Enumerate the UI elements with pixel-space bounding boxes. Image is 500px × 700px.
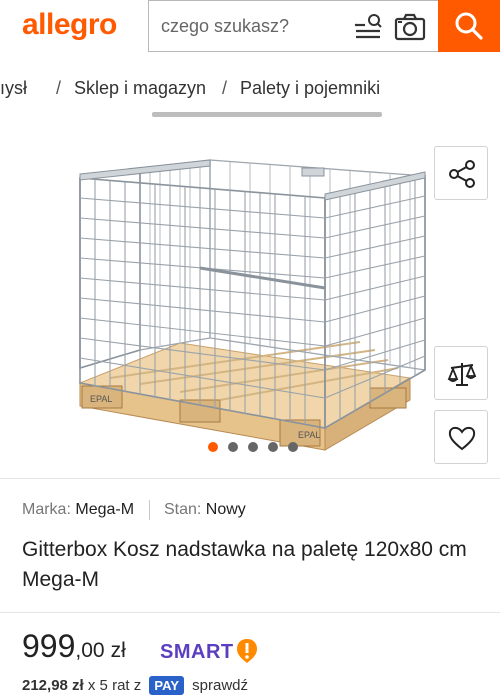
allegro-logo[interactable]: allegro bbox=[22, 8, 117, 42]
price-decimal: ,00 bbox=[75, 639, 105, 662]
price-integer: 999 bbox=[22, 628, 76, 664]
divider bbox=[0, 612, 500, 613]
breadcrumb-separator: / bbox=[222, 78, 228, 98]
divider bbox=[0, 478, 500, 479]
filter-icon[interactable] bbox=[354, 14, 382, 40]
allegro-pay-badge: PAY bbox=[149, 676, 184, 695]
svg-text:EPAL: EPAL bbox=[90, 394, 112, 404]
camera-icon[interactable] bbox=[394, 13, 426, 41]
brand-value[interactable]: Mega-M bbox=[75, 501, 134, 518]
product-title: Gitterbox Kosz nadstawka na paletę 120x8… bbox=[22, 538, 467, 591]
favorite-button[interactable] bbox=[434, 410, 488, 464]
pagination-dot[interactable] bbox=[288, 442, 298, 452]
search-box[interactable] bbox=[148, 0, 438, 52]
header: allegro bbox=[0, 0, 500, 56]
price: 999,00 zł bbox=[22, 628, 126, 665]
price-currency: zł bbox=[110, 639, 126, 662]
breadcrumb-scrollbar[interactable] bbox=[152, 112, 382, 117]
svg-text:EPAL: EPAL bbox=[298, 430, 320, 440]
search-button[interactable] bbox=[438, 0, 500, 52]
breadcrumb-item-store[interactable]: Sklep i magazyn bbox=[74, 78, 206, 99]
compare-button[interactable] bbox=[434, 346, 488, 400]
breadcrumb-item-pallets[interactable]: Palety i pojemniki bbox=[240, 78, 380, 99]
condition-label: Stan: bbox=[163, 501, 202, 519]
pagination-dot[interactable] bbox=[248, 442, 258, 452]
smart-badge-icon[interactable] bbox=[236, 638, 258, 664]
compare-icon bbox=[447, 363, 477, 386]
product-image[interactable]: EPAL EPAL bbox=[70, 138, 430, 468]
installment-check-link[interactable]: sprawdź bbox=[192, 677, 248, 694]
search-input[interactable] bbox=[161, 1, 341, 51]
product-meta: Marka: Mega-M Stan: Nowy bbox=[22, 500, 246, 520]
pagination-dot-active[interactable] bbox=[208, 442, 218, 452]
pagination-dot[interactable] bbox=[228, 442, 238, 452]
breadcrumb-separator: / bbox=[56, 78, 62, 98]
installment-info: 212,98 zł x 5 rat z PAY sprawdź bbox=[22, 676, 248, 695]
product-gallery[interactable]: EPAL EPAL bbox=[0, 128, 500, 473]
meta-separator bbox=[148, 500, 150, 520]
pagination-dot[interactable] bbox=[268, 442, 278, 452]
brand-label: Marka: bbox=[22, 501, 71, 519]
condition-value: Nowy bbox=[205, 501, 246, 519]
search-icon bbox=[455, 12, 483, 40]
installment-amount: 212,98 zł bbox=[22, 677, 84, 694]
share-icon bbox=[449, 160, 475, 188]
smart-badge[interactable]: SMART bbox=[160, 641, 234, 664]
installment-text: x 5 rat z bbox=[87, 677, 142, 694]
share-button[interactable] bbox=[434, 146, 488, 200]
heart-icon bbox=[448, 426, 476, 451]
breadcrumb: ıysł / Sklep i magazyn / Palety i pojemn… bbox=[0, 76, 500, 106]
breadcrumb-item-home[interactable]: ıysł bbox=[0, 78, 27, 99]
